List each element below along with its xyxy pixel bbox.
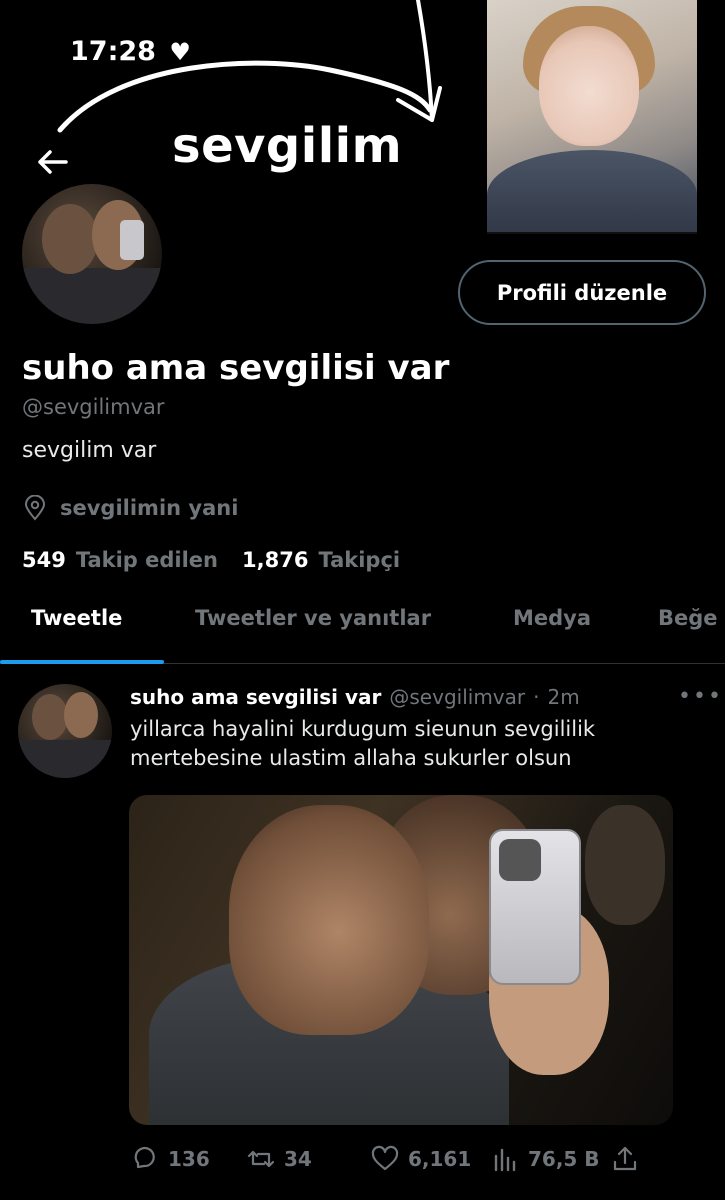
retweet-button[interactable]: 34 [246,1144,312,1174]
back-arrow-icon[interactable] [34,144,70,180]
tweet-header: suho ama sevgilisi var @sevgilimvar · 2m [130,685,580,709]
tweet-text: yillarca hayalini kurdugum sieunun sevgi… [130,715,700,773]
analytics-bars-icon [494,1148,516,1172]
like-count: 6,161 [408,1147,472,1171]
tweet-actions: 136 34 6,161 76,5 B [130,1144,650,1176]
reply-count: 136 [168,1147,210,1171]
heart-icon: ♥ [169,38,191,66]
retweet-count: 34 [284,1147,312,1171]
location-text: sevgilimin yani [60,496,239,520]
tweet-text-line: yillarca hayalini kurdugum sieunun sevgi… [130,717,596,741]
tweet-author-name[interactable]: suho ama sevgilisi var [130,685,381,709]
status-time-text: 17:28 [70,36,156,67]
followers-count[interactable]: 1,876 [242,548,308,572]
overlay-photo [487,0,697,234]
tab-tweets[interactable]: Tweetle [31,606,122,630]
tweet-media-image[interactable] [129,795,673,1125]
tweet-separator: · [533,685,540,709]
reply-icon [134,1146,155,1169]
status-time: 17:28 ♥ [70,36,191,67]
like-button[interactable]: 6,161 [370,1144,471,1174]
tweet-author-avatar[interactable] [18,684,112,778]
followers-label[interactable]: Takipçi [318,548,400,572]
active-tab-indicator [0,660,164,664]
profile-tabs: Tweetle Tweetler ve yanıtlar Medya Beğe [0,590,725,664]
share-button[interactable] [610,1144,640,1174]
profile-handle: @sevgilimvar [22,395,165,419]
page-title: sevgilim [172,118,403,174]
profile-bio: sevgilim var [22,438,157,463]
profile-avatar[interactable] [18,180,166,328]
view-count: 76,5 B [528,1147,600,1171]
share-icon [613,1146,637,1171]
edit-profile-button[interactable]: Profili düzenle [458,260,706,325]
following-count[interactable]: 549 [22,548,66,572]
reply-button[interactable]: 136 [130,1144,210,1174]
follow-stats: 549 Takip edilen 1,876 Takipçi [22,548,414,572]
tab-tweets-and-replies[interactable]: Tweetler ve yanıtlar [195,606,431,630]
more-options-icon[interactable]: ••• [678,684,723,709]
retweet-icon [247,1150,275,1168]
tweet-author-handle[interactable]: @sevgilimvar [389,685,525,709]
following-label[interactable]: Takip edilen [76,548,218,572]
tab-media[interactable]: Medya [513,606,591,630]
heart-outline-icon [371,1145,399,1171]
location-pin-icon [24,495,46,521]
tweet-text-line: mertebesine ulastim allaha sukurler olsu… [130,746,572,770]
tab-likes[interactable]: Beğe [658,606,718,630]
profile-location: sevgilimin yani [22,495,238,521]
profile-display-name: suho ama sevgilisi var [22,348,450,388]
tweet-timestamp[interactable]: 2m [547,685,579,709]
views-button[interactable]: 76,5 B [490,1144,600,1174]
